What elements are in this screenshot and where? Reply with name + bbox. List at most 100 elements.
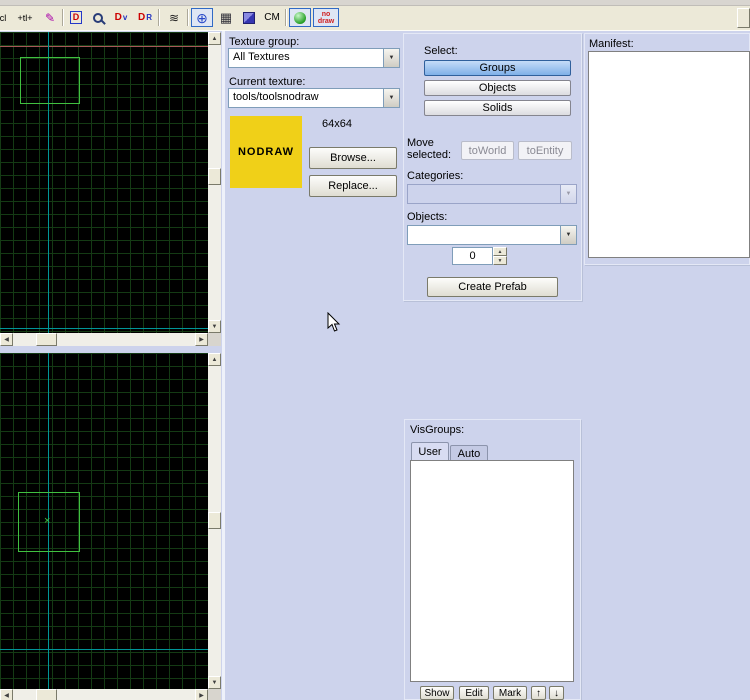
visgroups-listbox[interactable] [410, 460, 574, 682]
spin-down-icon: ▼ [497, 257, 503, 264]
toolbar-overflow-button[interactable] [737, 8, 750, 28]
visgroups-edit-button[interactable]: Edit [459, 686, 489, 700]
dr-icon: D [137, 12, 146, 23]
browse-button[interactable]: Browse... [309, 147, 397, 169]
scroll-up-button[interactable]: ▲ [208, 353, 221, 366]
select-objects-button[interactable]: Objects [424, 80, 571, 96]
scroll-right-button[interactable]: ▶ [195, 689, 208, 700]
tab-user[interactable]: User [411, 442, 449, 461]
visgroups-edit-label: Edit [465, 687, 483, 699]
scroll-up-button[interactable]: ▲ [208, 32, 221, 45]
visgroups-label: VisGroups: [410, 424, 465, 436]
vscrollbar-top-viewport[interactable]: ▲ ▼ [208, 32, 221, 333]
pencil-tool-button[interactable]: ✎ [40, 8, 60, 27]
displacement-tool-button[interactable]: ≋ [163, 8, 185, 27]
chevron-down-icon[interactable]: ▼ [383, 89, 399, 107]
prefab-count-stepper[interactable]: ▲ ▼ [493, 247, 507, 265]
categories-label: Categories: [407, 170, 464, 182]
select-solids-label: Solids [482, 102, 513, 114]
objects-label: Objects: [407, 211, 448, 223]
zoom-tool-button[interactable] [88, 8, 108, 27]
select-groups-button[interactable]: Groups [424, 60, 571, 76]
hscrollbar-top-viewport[interactable]: ◀ ▶ [0, 333, 208, 346]
wave-icon: ≋ [168, 10, 180, 25]
scroll-down-button[interactable]: ▼ [208, 320, 221, 333]
cube-toggle-button[interactable] [238, 8, 260, 27]
dv-tool-button[interactable]: Dv [110, 8, 132, 27]
dr-tool-button[interactable]: DR [134, 8, 156, 27]
nodraw-toggle-button[interactable]: no draw [313, 8, 339, 27]
to-world-button[interactable]: toWorld [461, 141, 514, 160]
replace-button-label: Replace... [328, 180, 378, 192]
visgroups-show-button[interactable]: Show [420, 686, 454, 700]
viewport-2d-bottom[interactable]: × [0, 353, 208, 689]
visgroups-move-down-button[interactable]: ↓ [549, 686, 564, 700]
tab-user-label: User [418, 446, 442, 458]
transform-tool-button[interactable]: +tl+ [12, 8, 38, 27]
visgroups-mark-button[interactable]: Mark [493, 686, 527, 700]
smooth-toggle-button[interactable] [289, 8, 311, 27]
select-solids-button[interactable]: Solids [424, 100, 571, 116]
visgroups-show-label: Show [424, 687, 450, 699]
texture-application-icon: D [69, 11, 83, 24]
texture-preview-text: NODRAW [237, 146, 295, 158]
spin-up-button[interactable]: ▲ [493, 247, 507, 256]
chevron-down-icon[interactable]: ▼ [383, 49, 399, 67]
pencil-icon: ✎ [44, 10, 56, 25]
viewport-panel-splitter[interactable] [222, 31, 225, 700]
vscrollbar-bottom-viewport[interactable]: ▲ ▼ [208, 353, 221, 689]
browse-button-label: Browse... [330, 152, 376, 164]
mouse-cursor [327, 312, 341, 332]
create-prefab-button[interactable]: Create Prefab [427, 277, 558, 297]
spin-down-button[interactable]: ▼ [493, 256, 507, 265]
vscroll-thumb[interactable] [208, 168, 221, 185]
compass-icon: ⊕ [196, 9, 208, 26]
categories-value [408, 185, 560, 203]
texture-preview: NODRAW [230, 116, 302, 188]
scroll-right-icon: ▶ [199, 337, 204, 343]
tab-auto[interactable]: Auto [450, 445, 488, 461]
scroll-right-button[interactable]: ▶ [195, 333, 208, 346]
compass-toggle-button[interactable]: ⊕ [191, 8, 213, 27]
scroll-up-icon: ▲ [211, 356, 218, 363]
scroll-left-button[interactable]: ◀ [0, 333, 13, 346]
chevron-down-icon[interactable]: ▼ [560, 226, 576, 244]
to-entity-button[interactable]: toEntity [518, 141, 572, 160]
viewport-2d-top[interactable] [0, 32, 208, 333]
visgroups-mark-label: Mark [498, 687, 522, 699]
hscroll-thumb[interactable] [36, 689, 57, 700]
scroll-left-button[interactable]: ◀ [0, 689, 13, 700]
hscrollbar-bottom-viewport[interactable]: ◀ ▶ [0, 689, 208, 700]
grid-toggle-button[interactable]: ▦ [215, 8, 237, 27]
selection-box[interactable] [20, 57, 80, 104]
current-texture-value: tools/toolsnodraw [233, 91, 319, 103]
nodraw-icon-line1: no [321, 10, 331, 18]
prefab-count-field[interactable]: 0 [452, 247, 493, 265]
clip-tool-icon: cl [0, 12, 7, 23]
manifest-label: Manifest: [589, 38, 634, 50]
toolbar-separator [187, 9, 189, 26]
dv-icon-sub: v [122, 13, 128, 22]
texture-group-label: Texture group: [229, 36, 300, 48]
categories-combobox[interactable]: ▼ [407, 184, 577, 204]
tab-auto-label: Auto [457, 447, 481, 460]
clip-tool-button[interactable]: cl [0, 8, 12, 27]
cm-label-button[interactable]: CM [260, 8, 284, 27]
visgroups-move-up-button[interactable]: ↑ [531, 686, 546, 700]
scroll-left-icon: ◀ [4, 337, 9, 343]
scroll-up-icon: ▲ [211, 35, 218, 42]
replace-button[interactable]: Replace... [309, 175, 397, 197]
cm-label: CM [264, 12, 280, 23]
nodraw-icon-line2: draw [317, 17, 335, 25]
scroll-down-button[interactable]: ▼ [208, 676, 221, 689]
hscroll-thumb[interactable] [36, 333, 57, 346]
texture-size-label: 64x64 [322, 118, 352, 130]
manifest-listbox[interactable] [588, 51, 750, 258]
vscroll-thumb[interactable] [208, 512, 221, 529]
texture-application-button[interactable]: D [66, 8, 86, 27]
current-texture-combobox[interactable]: tools/toolsnodraw ▼ [228, 88, 400, 108]
current-texture-label: Current texture: [229, 76, 306, 88]
scroll-left-icon: ◀ [4, 693, 9, 699]
texture-group-combobox[interactable]: All Textures ▼ [228, 48, 400, 68]
objects-combobox[interactable]: ▼ [407, 225, 577, 245]
